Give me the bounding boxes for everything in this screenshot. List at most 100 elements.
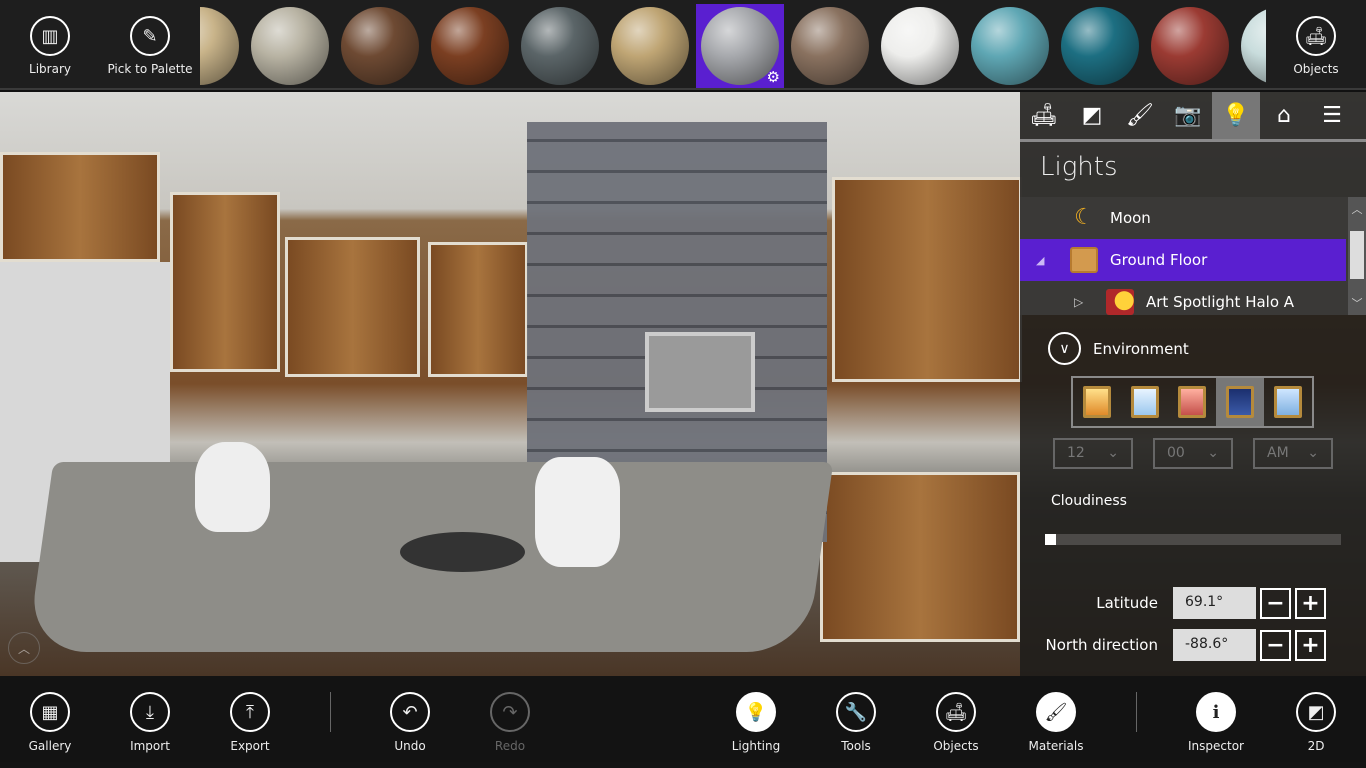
list-icon[interactable]: ☰ bbox=[1308, 92, 1356, 139]
material-swatch[interactable] bbox=[246, 4, 334, 88]
material-sphere bbox=[1151, 7, 1229, 85]
cabinet bbox=[428, 242, 528, 377]
inspector-panel: 🛋 ◩ 🖌 📷 💡 ⌂ ☰ Lights ☾ Moon ◢ Ground Floor ▷ Art … bbox=[1020, 92, 1366, 676]
preset-custom-time[interactable] bbox=[1264, 378, 1312, 426]
2d-button[interactable]: ◩ 2D bbox=[1266, 676, 1366, 768]
redo-button[interactable]: ↷ Redo bbox=[460, 676, 560, 768]
collapse-toolbar-button[interactable]: ︿ bbox=[8, 632, 40, 664]
north-row: North direction -88.6° − + bbox=[1020, 629, 1366, 661]
material-swatch[interactable] bbox=[1146, 4, 1234, 88]
preset-night[interactable] bbox=[1216, 378, 1265, 426]
gallery-button[interactable]: ▦ Gallery bbox=[0, 676, 100, 768]
material-swatch[interactable] bbox=[1056, 4, 1144, 88]
material-sphere bbox=[200, 7, 239, 85]
floorplan-icon[interactable]: ◩ bbox=[1068, 92, 1116, 139]
material-swatch[interactable] bbox=[200, 4, 244, 88]
hour-dropdown[interactable]: 12 ⌄ bbox=[1053, 438, 1133, 469]
latitude-decrement-button[interactable]: − bbox=[1260, 587, 1291, 619]
redo-icon: ↷ bbox=[490, 692, 530, 732]
undo-label: Undo bbox=[394, 739, 426, 753]
latitude-row: Latitude 69.1° − + bbox=[1020, 587, 1366, 619]
material-sphere bbox=[971, 7, 1049, 85]
tree-item-moon[interactable]: ☾ Moon bbox=[1020, 197, 1346, 239]
material-sphere bbox=[251, 7, 329, 85]
material-sphere bbox=[521, 7, 599, 85]
material-swatch[interactable] bbox=[786, 4, 874, 88]
material-swatch[interactable]: ⚙ bbox=[696, 4, 784, 88]
material-sphere bbox=[1061, 7, 1139, 85]
undo-icon: ↶ bbox=[390, 692, 430, 732]
material-sphere bbox=[611, 7, 689, 85]
library-icon: ▥ bbox=[30, 16, 70, 56]
moon-icon: ☾ bbox=[1074, 205, 1094, 230]
tools-button[interactable]: 🔧 Tools bbox=[806, 676, 906, 768]
divider bbox=[330, 692, 331, 732]
materials-button[interactable]: 🖌 Materials bbox=[1006, 676, 1106, 768]
material-swatch[interactable] bbox=[606, 4, 694, 88]
expand-icon[interactable]: ◢ bbox=[1020, 254, 1070, 267]
material-palette[interactable]: ⚙ bbox=[200, 0, 1266, 90]
material-sphere bbox=[341, 7, 419, 85]
home-icon[interactable]: ⌂ bbox=[1260, 92, 1308, 139]
vase bbox=[195, 442, 270, 532]
tree-item-ground-floor[interactable]: ◢ Ground Floor bbox=[1020, 239, 1346, 281]
material-swatch[interactable] bbox=[966, 4, 1054, 88]
scroll-down-icon[interactable]: ﹀ bbox=[1348, 295, 1366, 311]
north-increment-button[interactable]: + bbox=[1295, 629, 1326, 661]
camera-icon[interactable]: 📷 bbox=[1164, 92, 1212, 139]
minute-dropdown[interactable]: 00 ⌄ bbox=[1153, 438, 1233, 469]
preset-day[interactable] bbox=[1121, 378, 1169, 426]
undo-button[interactable]: ↶ Undo bbox=[360, 676, 460, 768]
library-button[interactable]: ▥ Library bbox=[0, 0, 100, 90]
chevron-down-icon: ⌄ bbox=[1107, 445, 1119, 461]
floor-icon bbox=[1070, 247, 1098, 273]
objects-label: Objects bbox=[933, 739, 979, 753]
import-button[interactable]: ⤓ Import bbox=[100, 676, 200, 768]
latitude-increment-button[interactable]: + bbox=[1295, 587, 1326, 619]
material-swatch[interactable] bbox=[516, 4, 604, 88]
preset-morning[interactable] bbox=[1073, 378, 1121, 426]
material-swatch[interactable] bbox=[426, 4, 514, 88]
latitude-input[interactable]: 69.1° bbox=[1173, 587, 1256, 619]
cloudiness-slider[interactable] bbox=[1045, 534, 1341, 545]
night-window-icon bbox=[1226, 386, 1255, 418]
lightbulb-icon[interactable]: 💡 bbox=[1212, 92, 1260, 139]
collapse-arrow-icon[interactable]: ▷ bbox=[1020, 295, 1106, 309]
furniture-icon[interactable]: 🛋 bbox=[1020, 92, 1068, 139]
inspector-label: Inspector bbox=[1188, 739, 1244, 753]
lower-cabinet bbox=[820, 472, 1020, 642]
scroll-up-icon[interactable]: ︿ bbox=[1348, 201, 1366, 217]
ampm-dropdown[interactable]: AM ⌄ bbox=[1253, 438, 1333, 469]
lightbulb-icon: 💡 bbox=[736, 692, 776, 732]
panel-title: Lights bbox=[1040, 152, 1118, 182]
brush-icon[interactable]: 🖌 bbox=[1116, 92, 1164, 139]
tree-item-label: Moon bbox=[1110, 209, 1151, 227]
material-swatch[interactable] bbox=[1236, 4, 1266, 88]
preset-evening[interactable] bbox=[1169, 378, 1217, 426]
fruit-bowl bbox=[400, 532, 525, 572]
scroll-thumb[interactable] bbox=[1350, 231, 1364, 279]
cloudiness-thumb[interactable] bbox=[1045, 534, 1056, 545]
tree-item-art-spotlight[interactable]: ▷ Art Spotlight Halo A bbox=[1020, 281, 1346, 323]
material-sphere bbox=[431, 7, 509, 85]
objects-button[interactable]: 🛋 Objects bbox=[1266, 0, 1366, 90]
gear-icon[interactable]: ⚙ bbox=[767, 68, 780, 86]
environment-presets bbox=[1071, 376, 1314, 428]
objects-button[interactable]: 🛋 Objects bbox=[906, 676, 1006, 768]
tree-scrollbar[interactable]: ︿ ﹀ bbox=[1348, 197, 1366, 315]
chevron-down-icon: ∨ bbox=[1048, 332, 1081, 365]
inspector-tabs: 🛋 ◩ 🖌 📷 💡 ⌂ ☰ bbox=[1020, 92, 1366, 142]
hour-value: 12 bbox=[1067, 445, 1085, 461]
north-decrement-button[interactable]: − bbox=[1260, 629, 1291, 661]
inspector-button[interactable]: i Inspector bbox=[1166, 676, 1266, 768]
material-sphere bbox=[791, 7, 869, 85]
export-label: Export bbox=[230, 739, 270, 753]
material-swatch[interactable] bbox=[876, 4, 964, 88]
pick-to-palette-button[interactable]: ✎ Pick to Palette bbox=[100, 0, 200, 90]
north-input[interactable]: -88.6° bbox=[1173, 629, 1256, 661]
import-label: Import bbox=[130, 739, 170, 753]
environment-toggle[interactable]: ∨ Environment bbox=[1048, 332, 1189, 365]
lighting-button[interactable]: 💡 Lighting bbox=[706, 676, 806, 768]
export-button[interactable]: ⤒ Export bbox=[200, 676, 300, 768]
material-swatch[interactable] bbox=[336, 4, 424, 88]
